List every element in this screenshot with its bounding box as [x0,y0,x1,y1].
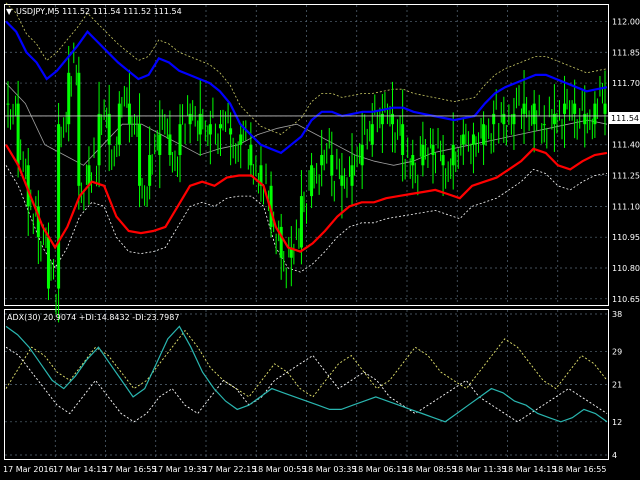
candle-body [370,124,374,145]
adx-y-tick-label: 21 [612,381,622,390]
time-label: 18 Mar 16:55 [553,465,606,474]
candle-body [360,144,364,166]
adx-y-tick-label: 12 [612,418,622,427]
main-header-text: USDJPY,M5 111.52 111.54 111.52 111.54 [16,7,182,16]
candle-body [229,128,233,135]
candle-body [16,103,20,166]
time-label: 18 Mar 08:55 [403,465,456,474]
candle-body [279,226,283,258]
candle-body [522,103,526,114]
candle-body [441,155,445,166]
axis-labels: 112.00 111.85 111.70 111.40 111.25 111.10 110.… [3,17,640,474]
time-label: 18 Mar 06:15 [353,465,406,474]
candle-body [421,144,425,166]
adx-y-tick-label: 38 [612,310,622,319]
y-tick-label: 111.25 [612,172,640,181]
time-label: 17 Mar 2016 [3,465,54,474]
time-label: 17 Mar 22:15 [203,465,256,474]
candle-body [178,124,182,155]
candle-body [249,144,253,166]
candle-body [512,113,516,125]
candle-body [583,113,587,125]
candle-body [208,124,212,135]
candle-body [188,113,192,125]
upper-envelope-line [5,2,608,135]
candle-body [299,196,303,248]
candle-body [593,103,597,125]
adx-y-tick-label: 4 [612,451,617,460]
candle-body [138,124,142,186]
candle-body [198,113,202,135]
candle-body [532,103,536,125]
y-tick-label: 110.65 [612,295,640,304]
candle-body [77,72,81,186]
time-label: 17 Mar 16:55 [103,465,156,474]
candle-body [148,155,152,186]
candle-body [542,124,546,126]
candle-body [482,124,486,145]
candle-body [67,72,71,125]
candle-body [380,113,384,125]
y-tick-label: 111.40 [612,141,640,150]
y-tick-label: 110.80 [612,264,640,273]
candle-body [168,134,172,155]
candle-body [117,103,121,145]
candle-body [57,124,61,289]
y-tick-label: 110.95 [612,233,640,242]
candle-body [573,103,577,114]
candle-body [431,144,435,155]
candle-body [492,113,496,125]
candle-body [350,165,354,186]
candle-body [239,134,243,145]
y-tick-label: 111.10 [612,202,640,211]
candle-body [97,113,101,166]
candle-body [391,113,395,125]
candle-body [46,237,50,289]
y-tick-label: 112.00 [612,17,640,26]
chart-canvas[interactable]: 112.00 111.85 111.70 111.40 111.25 111.10 110.… [0,0,640,480]
price-tag-label: 111.54 [611,114,639,123]
adx-y-tick-label: 29 [612,347,622,356]
time-label: 18 Mar 11:35 [453,465,506,474]
candle-body [127,103,131,125]
candle-body [451,144,455,166]
candle-body [471,134,475,145]
candle-body [218,124,222,129]
candle-body [552,113,556,125]
trading-chart-window: 112.00 111.85 111.70 111.40 111.25 111.10 110.… [0,0,640,480]
candle-body [107,113,111,145]
candle-body [6,103,10,105]
adx-header-text: ADX(30) 20.9074 +DI:14.8432 -DI:23.7987 [7,313,179,322]
time-label: 17 Mar 14:15 [53,465,106,474]
candle-body [330,155,334,176]
candle-body [401,124,405,155]
y-tick-label: 111.70 [612,79,640,88]
candle-body [502,113,506,125]
candle-body [310,165,314,197]
time-label: 18 Mar 00:55 [253,465,306,474]
candle-body [603,103,607,114]
time-label: 17 Mar 19:35 [153,465,206,474]
candle-body [158,134,162,155]
candle-body [563,103,567,114]
time-label: 18 Mar 14:15 [503,465,556,474]
candle-body [340,175,344,186]
candle-body [320,155,324,166]
candle-body [461,134,465,145]
time-label: 18 Mar 03:35 [303,465,356,474]
grid-lines [5,5,608,459]
y-tick-label: 111.85 [612,48,640,57]
candle-body [411,155,415,166]
triangle-down-icon[interactable]: ▼ [6,7,13,16]
